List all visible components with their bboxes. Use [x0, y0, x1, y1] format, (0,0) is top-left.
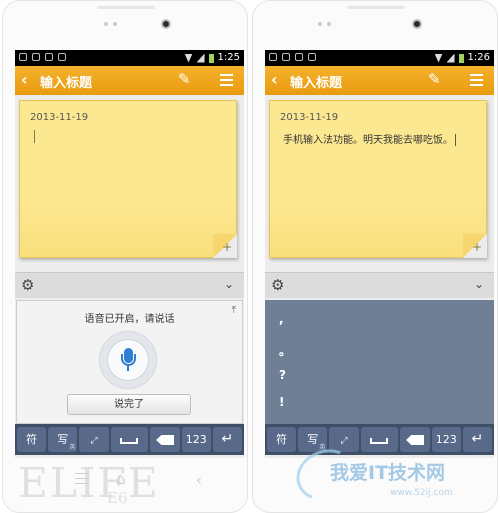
earpiece	[97, 6, 155, 9]
sticky-note[interactable]: 2013-11-19 +	[19, 100, 237, 258]
menu-icon[interactable]	[220, 74, 233, 89]
note-date: 2013-11-19	[30, 112, 89, 123]
sensor-dot	[327, 22, 331, 26]
paperclip-icon[interactable]: ✎	[428, 70, 441, 88]
enter-icon: ↵	[221, 431, 234, 447]
note-body: 手机输入法功能。明天我能去哪吃饭。	[283, 135, 453, 146]
signal-icon	[446, 53, 455, 63]
notification-icons	[19, 53, 66, 61]
paperclip-icon[interactable]: ✎	[178, 70, 191, 88]
add-icon[interactable]: +	[472, 240, 482, 254]
sensor-dot	[113, 22, 117, 26]
left-phone: 1:25 ‹ 输入标题 ✎ 2013-11-19 + ⚙ ⌄ 语音已开启，请说话	[2, 0, 248, 513]
screenshot-stage: 1:25 ‹ 输入标题 ✎ 2013-11-19 + ⚙ ⌄ 语音已开启，请说话	[0, 0, 500, 513]
expand-icon: ⤢	[340, 436, 348, 446]
status-bar: 1:25	[15, 50, 244, 66]
front-camera	[161, 19, 171, 29]
text-cursor	[455, 134, 456, 146]
microphone-icon-stem	[127, 366, 129, 371]
handwrite-key[interactable]: 写英	[48, 427, 78, 452]
note-title[interactable]: 输入标题	[290, 72, 342, 91]
gear-icon[interactable]: ⚙	[271, 276, 284, 294]
handwrite-key-sub: 英	[69, 444, 76, 451]
chevron-down-icon[interactable]: ⌄	[224, 277, 234, 291]
left-screen: 1:25 ‹ 输入标题 ✎ 2013-11-19 + ⚙ ⌄ 语音已开启，请说话	[15, 50, 244, 458]
status-time: 1:25	[217, 52, 240, 63]
menu-icon[interactable]	[470, 74, 483, 89]
space-icon	[370, 438, 389, 444]
punctuation-comma[interactable]: ,	[279, 312, 284, 326]
nav-menu-icon[interactable]	[75, 473, 89, 488]
title-bar: ‹ 输入标题 ✎	[15, 66, 244, 95]
notification-icons	[269, 53, 316, 61]
battery-icon	[458, 53, 464, 63]
battery-icon	[208, 53, 214, 63]
backspace-icon	[156, 435, 175, 445]
front-camera	[412, 19, 422, 29]
status-time: 1:26	[467, 52, 490, 63]
text-cursor	[34, 130, 35, 143]
punctuation-question[interactable]: ?	[279, 368, 286, 382]
keyboard-bottom-row: 符 写英 ⤢ 123 ↵	[15, 424, 244, 455]
ime-toolbar: ⚙ ⌄	[15, 272, 244, 298]
ime-toolbar: ⚙ ⌄	[265, 272, 494, 298]
handwrite-key-label: 写	[307, 433, 319, 446]
status-bar: 1:26	[265, 50, 494, 66]
enter-key[interactable]: ↵	[212, 427, 242, 452]
note-title[interactable]: 输入标题	[40, 72, 92, 91]
chevron-left-icon[interactable]: ‹	[21, 70, 28, 89]
done-speaking-button[interactable]: 说完了	[67, 394, 191, 415]
sensor-dot	[318, 22, 322, 26]
note-date: 2013-11-19	[280, 112, 339, 123]
number-key[interactable]: 123	[181, 427, 211, 452]
wifi-icon	[434, 53, 443, 63]
punctuation-exclamation[interactable]: !	[279, 395, 284, 409]
nav-home-icon[interactable]: ⌂	[116, 470, 126, 488]
brand-model: E6	[107, 489, 128, 507]
handwrite-key-label: 写	[57, 433, 69, 446]
punctuation-panel: , 。 ? !	[265, 300, 494, 424]
pin-icon[interactable]: ⤒	[232, 305, 236, 316]
backspace-key[interactable]	[150, 427, 180, 452]
expand-icon: ⤢	[90, 436, 98, 446]
earpiece	[347, 6, 405, 9]
sensor-dot	[104, 22, 108, 26]
chevron-left-icon[interactable]: ‹	[271, 70, 278, 89]
signal-icon	[196, 53, 205, 63]
space-key[interactable]	[110, 427, 149, 452]
right-phone: 1:26 ‹ 输入标题 ✎ 2013-11-19 手机输入法功能。明天我能去哪吃…	[252, 0, 498, 513]
voice-status-text: 语音已开启，请说话	[84, 314, 175, 325]
nav-back-icon[interactable]: ‹	[196, 471, 202, 489]
chevron-down-icon[interactable]: ⌄	[474, 277, 484, 291]
wifi-icon	[184, 53, 193, 63]
sticky-note[interactable]: 2013-11-19 手机输入法功能。明天我能去哪吃饭。 +	[269, 100, 487, 258]
space-icon	[120, 438, 139, 444]
backspace-icon	[406, 435, 425, 445]
watermark-text: 我爱IT技术网	[330, 462, 446, 484]
punctuation-period[interactable]: 。	[279, 342, 291, 359]
watermark-url: www.52ij.com	[390, 488, 453, 498]
watermark: 我爱IT技术网 www.52ij.com	[289, 441, 496, 509]
voice-input-panel: 语音已开启，请说话 ⤒ 说完了	[16, 300, 243, 424]
add-icon[interactable]: +	[222, 240, 232, 254]
gear-icon[interactable]: ⚙	[21, 276, 34, 294]
fullscreen-key[interactable]: ⤢	[79, 427, 109, 452]
symbol-key[interactable]: 符	[17, 427, 47, 452]
right-screen: 1:26 ‹ 输入标题 ✎ 2013-11-19 手机输入法功能。明天我能去哪吃…	[265, 50, 494, 458]
enter-icon: ↵	[471, 431, 484, 447]
title-bar: ‹ 输入标题 ✎	[265, 66, 494, 95]
note-body-wrap: 手机输入法功能。明天我能去哪吃饭。	[283, 131, 456, 146]
